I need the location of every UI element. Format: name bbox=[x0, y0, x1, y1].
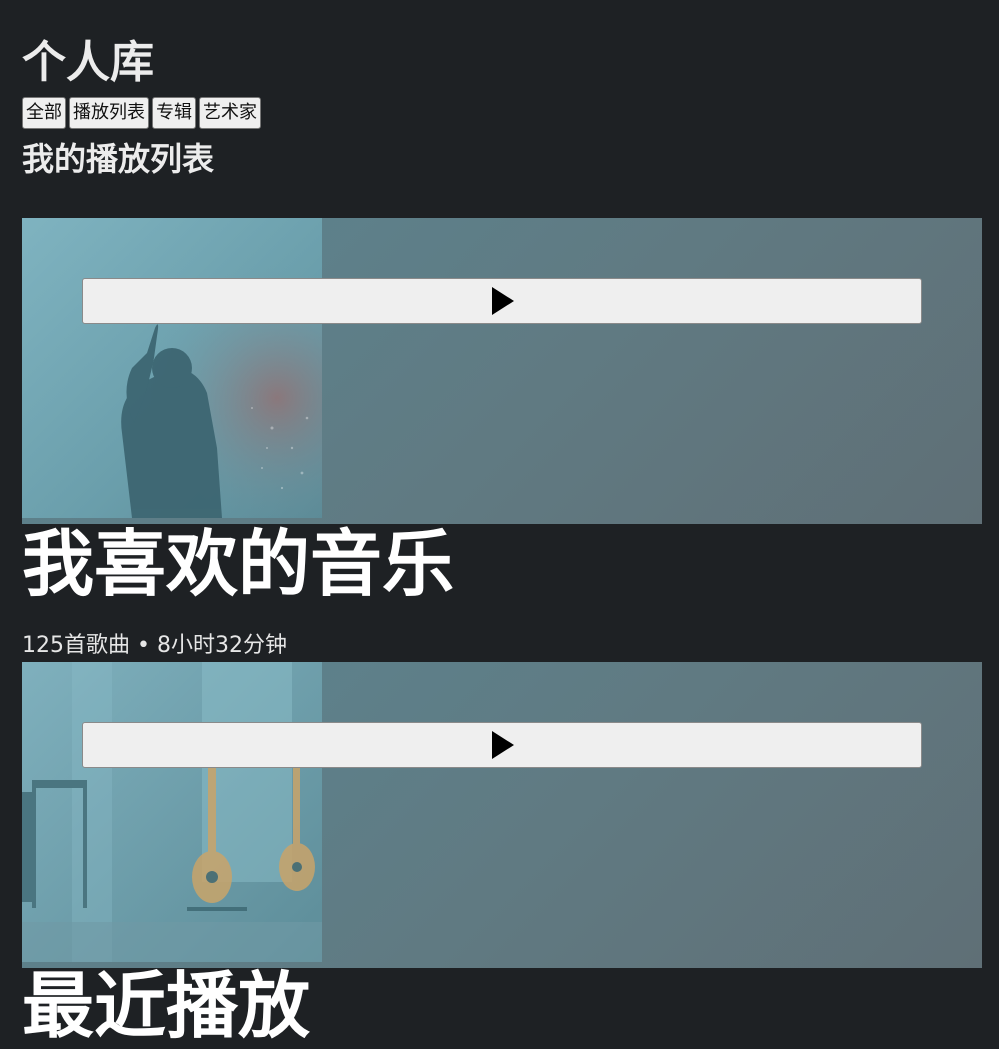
filter-tab-playlists[interactable]: 播放列表 bbox=[69, 97, 149, 129]
filter-tab-all[interactable]: 全部 bbox=[22, 97, 66, 129]
playlist-card-recently-played[interactable] bbox=[22, 662, 982, 968]
playlist-title: 最近播放 bbox=[22, 964, 311, 1048]
play-icon bbox=[492, 731, 514, 759]
playlist-meta: 125首歌曲 • 8小时32分钟 bbox=[22, 633, 287, 658]
filter-tab-artists[interactable]: 艺术家 bbox=[199, 97, 261, 129]
guitars-room-cover-image bbox=[22, 662, 322, 962]
play-button[interactable] bbox=[82, 278, 922, 324]
filter-tab-albums[interactable]: 专辑 bbox=[152, 97, 196, 129]
play-button[interactable] bbox=[82, 722, 922, 768]
section-title-my-playlists: 我的播放列表 bbox=[22, 140, 215, 178]
playlist-card-liked-songs[interactable] bbox=[22, 218, 982, 524]
playlist-title: 我喜欢的音乐 bbox=[22, 522, 455, 606]
page-title: 个人库 bbox=[22, 37, 154, 88]
filter-tabs: 全部 播放列表 专辑 艺术家 bbox=[22, 97, 261, 129]
concert-singer-cover-image bbox=[22, 218, 322, 518]
play-icon bbox=[492, 287, 514, 315]
